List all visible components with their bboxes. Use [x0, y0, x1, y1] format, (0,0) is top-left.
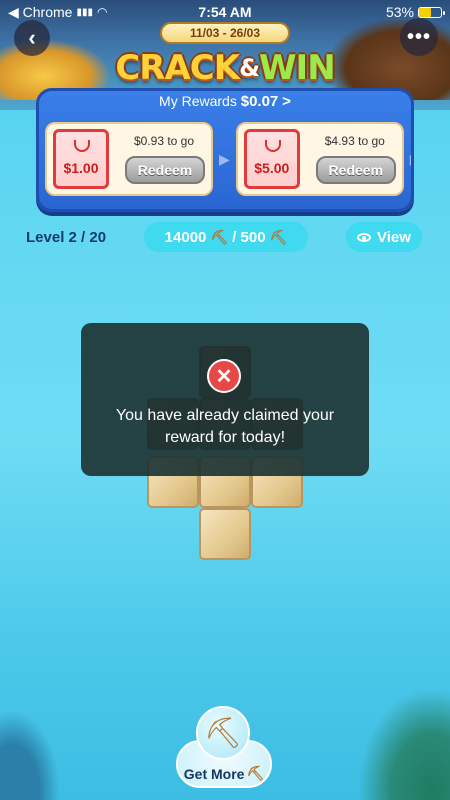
- voucher-symbol-icon: [74, 140, 90, 152]
- chevron-right-icon: ▶: [410, 151, 411, 168]
- view-button[interactable]: View: [346, 222, 422, 252]
- chevron-right-icon: ▶: [219, 150, 230, 167]
- chevron-left-icon: ‹: [28, 25, 36, 50]
- logo-win: WIN: [259, 48, 336, 88]
- pickaxe-icon: ⛏: [210, 228, 229, 245]
- more-dots-icon: •••: [406, 25, 431, 48]
- logo-crack: CRACK: [115, 48, 240, 88]
- redeem-button[interactable]: Redeem: [315, 156, 396, 184]
- pickaxe-count: 14000: [164, 228, 207, 246]
- voucher-icon: $5.00: [243, 129, 300, 189]
- chevron-right-icon: >: [282, 93, 291, 110]
- signal-icon: ▮▮▮: [76, 6, 93, 18]
- status-bar: ◀ Chrome ▮▮▮ ◠ 7:54 AM 53%: [0, 0, 450, 24]
- my-rewards-amount: $0.07: [240, 93, 279, 110]
- wifi-icon: ◠: [96, 5, 108, 19]
- my-rewards-label: My Rewards: [159, 93, 237, 109]
- get-more-button[interactable]: Get More ⛏ ⛏: [176, 706, 272, 796]
- rewards-panel: My Rewards $0.07 > $1.00 $0.93 to go Red…: [36, 88, 414, 212]
- close-icon: ✕: [207, 359, 241, 393]
- reward-card: $1.00 $0.93 to go Redeem: [45, 122, 213, 196]
- crack-and-win-logo: CRACK & WIN: [115, 46, 335, 90]
- reward-cards-row: $1.00 $0.93 to go Redeem ▶ $5.00 $4.93 t…: [45, 121, 411, 197]
- pickaxe-target: / 500: [232, 228, 266, 246]
- amount-to-go: $0.93 to go: [133, 134, 195, 148]
- battery-icon: [418, 6, 445, 18]
- game-block[interactable]: [199, 508, 251, 560]
- voucher-symbol-icon: [264, 140, 281, 152]
- battery-percent: 53%: [385, 4, 414, 20]
- level-indicator: Level 2 / 20: [26, 229, 107, 246]
- my-rewards-link[interactable]: My Rewards $0.07 >: [39, 93, 411, 110]
- amount-to-go: $4.93 to go: [324, 134, 385, 148]
- pickaxe-icon: ⛏: [269, 228, 288, 245]
- coral-decoration: [0, 710, 60, 800]
- view-label: View: [377, 228, 411, 246]
- eye-icon: [357, 232, 372, 242]
- more-options-button[interactable]: •••: [400, 18, 438, 56]
- redeem-button[interactable]: Redeem: [125, 156, 205, 184]
- coral-decoration: [360, 690, 450, 800]
- status-left: ◀ Chrome ▮▮▮ ◠: [8, 4, 107, 21]
- toast-message: You have already claimed your reward for…: [115, 407, 335, 446]
- voucher-amount: $1.00: [63, 160, 99, 176]
- reward-card: $5.00 $4.93 to go Redeem: [235, 122, 404, 196]
- event-date-range: 11/03 - 26/03: [160, 22, 290, 44]
- back-to-app-link[interactable]: ◀ Chrome: [8, 4, 72, 21]
- battery-level: [419, 7, 431, 17]
- back-button[interactable]: ‹: [14, 20, 50, 56]
- already-claimed-toast: ✕ You have already claimed your reward f…: [81, 323, 369, 476]
- pickaxe-icon: ⛏: [196, 706, 250, 760]
- pickaxe-counter: 14000 ⛏ / 500 ⛏: [144, 222, 308, 252]
- voucher-icon: $1.00: [53, 129, 109, 189]
- voucher-amount: $5.00: [254, 160, 290, 176]
- logo-amp: &: [239, 54, 260, 82]
- pickaxe-icon: ⛏: [246, 765, 265, 781]
- get-more-label: Get More: [183, 766, 245, 782]
